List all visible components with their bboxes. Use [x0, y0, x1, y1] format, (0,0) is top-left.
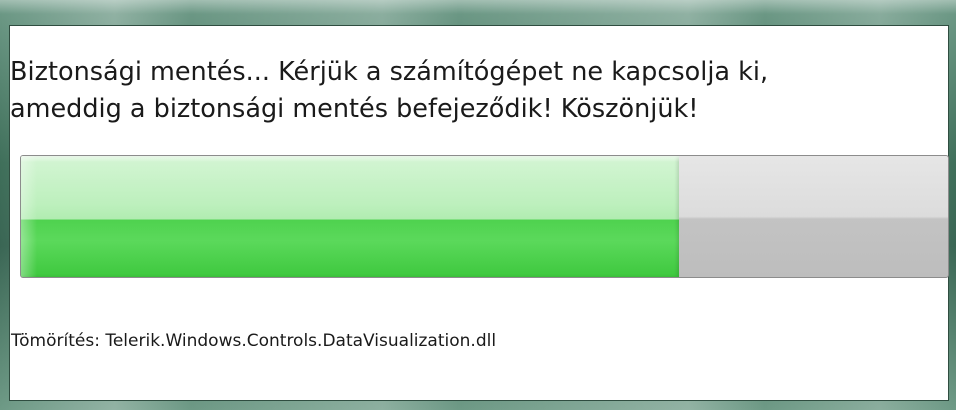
status-text: Tömörítés: Telerik.Windows.Controls.Data… — [11, 331, 497, 351]
backup-message: Biztonsági mentés... Kérjük a számítógép… — [10, 57, 769, 124]
backup-progress-bar — [20, 155, 949, 278]
dialog-client-area: Biztonsági mentés... Kérjük a számítógép… — [9, 25, 949, 401]
progress-fill — [21, 156, 680, 277]
progress-highlight — [21, 156, 37, 277]
